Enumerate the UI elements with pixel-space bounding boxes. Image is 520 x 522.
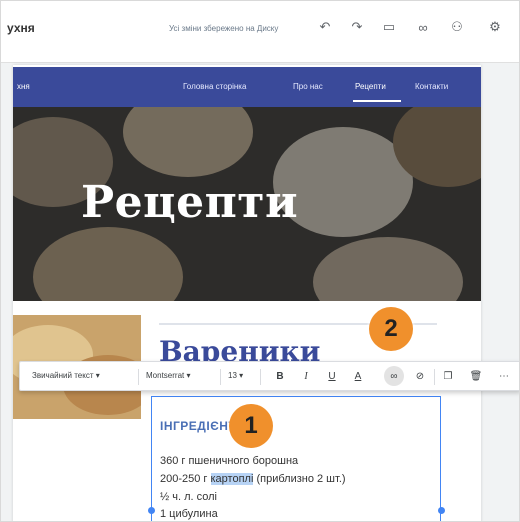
resize-handle[interactable] xyxy=(148,507,155,514)
toolbar-separator xyxy=(138,369,139,385)
underline-icon[interactable]: U xyxy=(324,368,340,384)
ingredient-line[interactable]: 200-250 г картоплі (приблизно 2 шт.) xyxy=(160,473,346,485)
ingredients-text-box[interactable]: ІНГРЕДІЄНТИ 360 г пшеничного борошна 200… xyxy=(151,396,441,521)
hero-title[interactable]: Рецепти xyxy=(81,177,298,228)
section-title[interactable]: Вареники xyxy=(159,335,320,361)
hero-banner[interactable]: Рецепти xyxy=(13,107,481,301)
preview-icon[interactable]: ▭ xyxy=(379,17,399,37)
nav-link-about[interactable]: Про нас xyxy=(293,82,323,91)
delete-icon[interactable]: 🗑 xyxy=(468,368,484,384)
toolbar-separator xyxy=(434,369,435,385)
editor-window: ухня Усі зміни збережено на Диску ↶ ↷ ▭ … xyxy=(0,0,520,522)
add-person-icon[interactable]: ⚇ xyxy=(447,17,467,37)
redo-icon[interactable]: ↷ xyxy=(347,17,367,37)
text-color-icon[interactable]: A xyxy=(350,368,366,384)
link-icon[interactable]: ∞ xyxy=(384,366,404,386)
paragraph-style-select[interactable]: Звичайний текст ▾ xyxy=(32,371,100,380)
site-nav: хня Головна сторінка Про нас Рецепти Кон… xyxy=(13,67,481,107)
resize-handle[interactable] xyxy=(438,507,445,514)
nav-active-indicator xyxy=(353,100,401,102)
bold-icon[interactable]: B xyxy=(272,368,288,384)
ingredient-line[interactable]: 1 цибулина xyxy=(160,508,218,520)
nav-link-recipes[interactable]: Рецепти xyxy=(355,82,386,91)
italic-icon[interactable]: I xyxy=(298,368,314,384)
toolbar-separator xyxy=(260,369,261,385)
editor-topbar: ухня Усі зміни збережено на Диску ↶ ↷ ▭ … xyxy=(1,1,519,63)
font-select[interactable]: Montserrat ▾ xyxy=(146,371,190,380)
link-icon[interactable]: ∞ xyxy=(413,17,433,37)
ingredient-line[interactable]: 360 г пшеничного борошна xyxy=(160,455,298,467)
more-icon[interactable]: ⋯ xyxy=(496,368,512,384)
settings-icon[interactable]: ⚙ xyxy=(485,17,505,37)
clear-format-icon[interactable]: ⊘ xyxy=(412,368,428,384)
nav-link-home[interactable]: Головна сторінка xyxy=(183,82,246,91)
save-status: Усі зміни збережено на Диску xyxy=(169,24,279,33)
callout-badge-2: 2 xyxy=(369,307,413,351)
callout-badge-1: 1 xyxy=(229,404,273,448)
font-size-select[interactable]: 13 ▾ xyxy=(228,371,243,380)
selected-text[interactable]: картоплі xyxy=(210,473,254,485)
ingredient-line[interactable]: ½ ч. л. солі xyxy=(160,491,217,503)
nav-link-contacts[interactable]: Контакти xyxy=(415,82,448,91)
undo-icon[interactable]: ↶ xyxy=(315,17,335,37)
copy-icon[interactable]: ❐ xyxy=(440,368,456,384)
site-name[interactable]: ухня xyxy=(7,21,35,35)
toolbar-separator xyxy=(220,369,221,385)
nav-site-title[interactable]: хня xyxy=(17,82,30,91)
format-toolbar: Звичайний текст ▾ Montserrat ▾ 13 ▾ B I … xyxy=(19,361,519,391)
